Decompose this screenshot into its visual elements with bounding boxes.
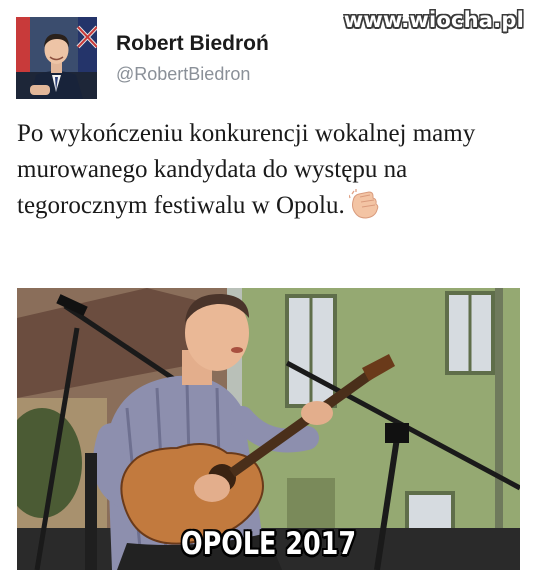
tweet-photo[interactable]: OPOLE 2017: [17, 288, 520, 570]
clapping-hands-icon: [348, 189, 381, 230]
tweet-card: Robert Biedroń @RobertBiedron www.wiocha…: [0, 0, 538, 582]
avatar-image: [16, 17, 97, 99]
tweet-text: Po wykończeniu konkurencji wokalnej mamy…: [17, 116, 527, 230]
avatar[interactable]: [16, 17, 97, 99]
watermark: www.wiocha.pl: [343, 8, 524, 32]
author-handle[interactable]: @RobertBiedron: [116, 64, 250, 85]
photo-caption: OPOLE 2017: [180, 526, 357, 562]
author-name[interactable]: Robert Biedroń: [116, 32, 269, 56]
tweet-text-content: Po wykończeniu konkurencji wokalnej mamy…: [17, 120, 476, 219]
